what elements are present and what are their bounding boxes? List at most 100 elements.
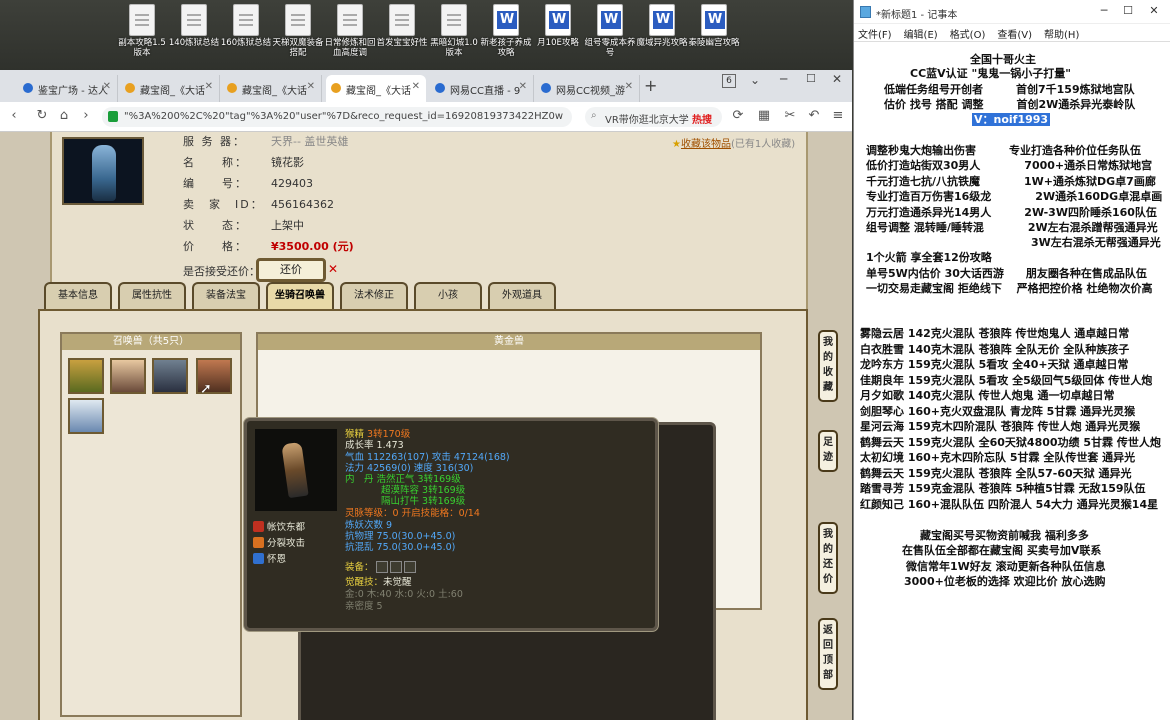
text-line: 在售队伍全部都在藏宝阁 买卖号加V联系	[902, 544, 1102, 557]
close-icon[interactable]: ✕	[519, 81, 527, 92]
cc-icon	[435, 83, 445, 93]
desktop-icon[interactable]: 魔域异兆攻略	[635, 4, 689, 48]
url-input[interactable]: "%3A%200%2C%20"tag"%3A%20"user"%7D&reco_…	[102, 107, 572, 127]
awaken-line: 觉醒技：未觉醒	[345, 577, 412, 588]
desktop-icon[interactable]: 组号零成本养号	[583, 4, 637, 58]
text-line: 调整秒鬼大炮输出伤害 专业打造各种价位任务队伍	[866, 144, 1141, 157]
favicon-icon	[125, 83, 135, 93]
desktop-icon[interactable]: 首发宝宝好性	[375, 4, 429, 48]
grid-icon[interactable]: ▦	[756, 108, 772, 123]
text-line: 估价 找号 搭配 调整 首创2W通杀异光泰岭队	[884, 98, 1136, 111]
browser-tab[interactable]: 网易CC直播 - 9 ✕	[430, 75, 534, 102]
close-icon[interactable]: ✕	[625, 81, 633, 92]
close-icon[interactable]: ✕	[307, 81, 315, 92]
text-line: V：noif1993	[972, 112, 1051, 128]
desktop-icon[interactable]: 日常修炼和回血高度调	[323, 4, 377, 58]
tab-count-badge[interactable]: 6	[722, 74, 736, 88]
desktop-icon[interactable]: 月10E攻略	[531, 4, 585, 48]
close-icon: ✕	[328, 262, 339, 276]
pet-portrait[interactable]	[68, 358, 104, 394]
desktop-icon[interactable]: 天梯双魔装备搭配	[271, 4, 325, 58]
back-to-top-button[interactable]: 返回顶部	[818, 618, 838, 690]
desktop-icon[interactable]: 160炼狱总结	[219, 4, 273, 48]
tab-basic-info[interactable]: 基本信息	[44, 282, 112, 309]
notepad-title-bar: *新标题1 - 记事本 ─ ☐ ✕	[854, 0, 1170, 24]
document-icon	[441, 4, 467, 36]
skill-icon	[253, 553, 264, 564]
home-icon[interactable]: ⌂	[56, 108, 72, 123]
menu-edit[interactable]: 编辑(E)	[904, 30, 938, 41]
tab-spell-correction[interactable]: 法术修正	[340, 282, 408, 309]
forward-arrow-icon[interactable]: ›	[78, 108, 94, 123]
browser-tab[interactable]: 藏宝阁_《大话 ✕	[120, 75, 220, 102]
minimize-button[interactable]: ─	[1094, 4, 1114, 17]
browser-tab[interactable]: 网易CC视频_游 ✕	[536, 75, 640, 102]
pet-portrait[interactable]	[110, 358, 146, 394]
tab-attributes[interactable]: 属性抗性	[118, 282, 186, 309]
mouse-cursor-icon: ➚	[200, 381, 212, 397]
pet-name-line: 猴精 3转170级	[345, 429, 411, 440]
maximize-button[interactable]: ☐	[1118, 4, 1138, 17]
desktop-icon[interactable]: 副本攻略1.5版本	[115, 4, 169, 58]
skill-item: 帐饮东都	[253, 519, 305, 533]
menu-format[interactable]: 格式(O)	[950, 30, 986, 41]
text-line: 1个火箭 享全套12份攻略	[866, 251, 992, 264]
tab-child[interactable]: 小孩	[414, 282, 482, 309]
minimize-button[interactable]: ─	[780, 72, 787, 86]
menu-help[interactable]: 帮助(H)	[1044, 30, 1079, 41]
tab-list-chevron-icon[interactable]: ⌄	[750, 73, 760, 87]
mp-line: 法力 42569(0) 速度 316(30)	[345, 463, 474, 474]
browser-tab[interactable]: 藏宝阁_《大话 ✕	[222, 75, 322, 102]
text-line: 太初幻境 160+克木四阶忘队 5甘霖 全队传世套 通异光	[860, 451, 1136, 464]
menu-file[interactable]: 文件(F)	[858, 30, 892, 41]
menu-icon[interactable]: ≡	[830, 108, 846, 123]
id-row: 编 号： 429403	[183, 177, 313, 190]
notepad-text-area[interactable]: 全国十哥火主 CC蓝V认证 "鬼鬼一锅小子打量" 低端任务组号开创者 首创7千1…	[854, 44, 1170, 720]
close-window-button[interactable]: ✕	[1144, 4, 1164, 17]
undo-icon[interactable]: ↶	[806, 108, 822, 123]
search-input[interactable]: ⌕ VR带你逛北京大学 热搜	[585, 107, 722, 127]
desktop-icon[interactable]: 140炼狱总结	[167, 4, 221, 48]
bargain-button[interactable]: 还价	[256, 258, 326, 282]
close-icon[interactable]: ✕	[205, 81, 213, 92]
desktop-icon[interactable]: 黑暗幻城1.0版本	[427, 4, 481, 58]
my-favorites-button[interactable]: 我的收藏	[818, 330, 838, 402]
word-doc-icon	[649, 4, 675, 36]
close-icon[interactable]: ✕	[103, 81, 111, 92]
skill-item: 分裂攻击	[253, 535, 305, 549]
text-line: 白衣胜雪 140克木混队 苍狼阵 全队无价 全队种族孩子	[860, 343, 1130, 356]
text-line: 佳期良年 159克火混队 5看攻 全5级回气5级回体 传世人炮	[860, 374, 1153, 387]
close-icon[interactable]: ✕	[412, 81, 420, 92]
pet-panel-title: 召唤兽（共5只）	[62, 334, 240, 350]
pet-portrait[interactable]	[152, 358, 188, 394]
tab-appearance[interactable]: 外观道具	[488, 282, 556, 309]
new-tab-button[interactable]: +	[644, 76, 657, 95]
desktop-icon[interactable]: 新老孩子养成攻略	[479, 4, 533, 58]
scissors-icon[interactable]: ✂	[782, 108, 798, 123]
desktop-icon[interactable]: 秦陵幽宫攻略	[687, 4, 741, 48]
search-icon: ⌕	[591, 110, 597, 121]
tab-strip: 鉴宝广场 - 达人 ✕ 藏宝阁_《大话 ✕ 藏宝阁_《大话 ✕ 藏宝阁_《大话 ✕ 网易…	[0, 70, 852, 102]
footprints-button[interactable]: 足迹	[818, 430, 838, 472]
my-bargains-button[interactable]: 我的还价	[818, 522, 838, 594]
tab-mounts-pets[interactable]: 坐骑召唤兽	[266, 282, 334, 309]
character-figure	[92, 145, 116, 201]
browser-window: 鉴宝广场 - 达人 ✕ 藏宝阁_《大话 ✕ 藏宝阁_《大话 ✕ 藏宝阁_《大话 ✕ 网易…	[0, 70, 852, 720]
refresh-icon[interactable]: ↻	[34, 108, 50, 123]
refresh-icon[interactable]: ⟳	[730, 108, 746, 123]
favorite-link[interactable]: ★收藏该物品(已有1人收藏)	[672, 135, 795, 150]
pet-portrait[interactable]	[68, 398, 104, 434]
tab-equipment[interactable]: 装备法宝	[192, 282, 260, 309]
menu-view[interactable]: 查看(V)	[997, 30, 1032, 41]
back-arrow-icon[interactable]: ‹	[6, 108, 22, 123]
browser-tab-active[interactable]: 藏宝阁_《大话 ✕	[326, 75, 426, 102]
text-line: 雾隐云居 142克火混队 苍狼阵 传世炮鬼人 通卓越日常	[860, 327, 1130, 340]
maximize-button[interactable]: ☐	[806, 72, 816, 85]
equipment-line: 装备：	[345, 561, 416, 573]
pet-figure	[281, 441, 309, 499]
close-window-button[interactable]: ✕	[832, 72, 842, 86]
browser-tab[interactable]: 鉴宝广场 - 达人 ✕	[18, 75, 118, 102]
text-line: 3000+位老板的选择 欢迎比价 放心选购	[904, 575, 1106, 588]
gold-pet-title: 黄金兽	[258, 334, 760, 350]
document-icon	[129, 4, 155, 36]
